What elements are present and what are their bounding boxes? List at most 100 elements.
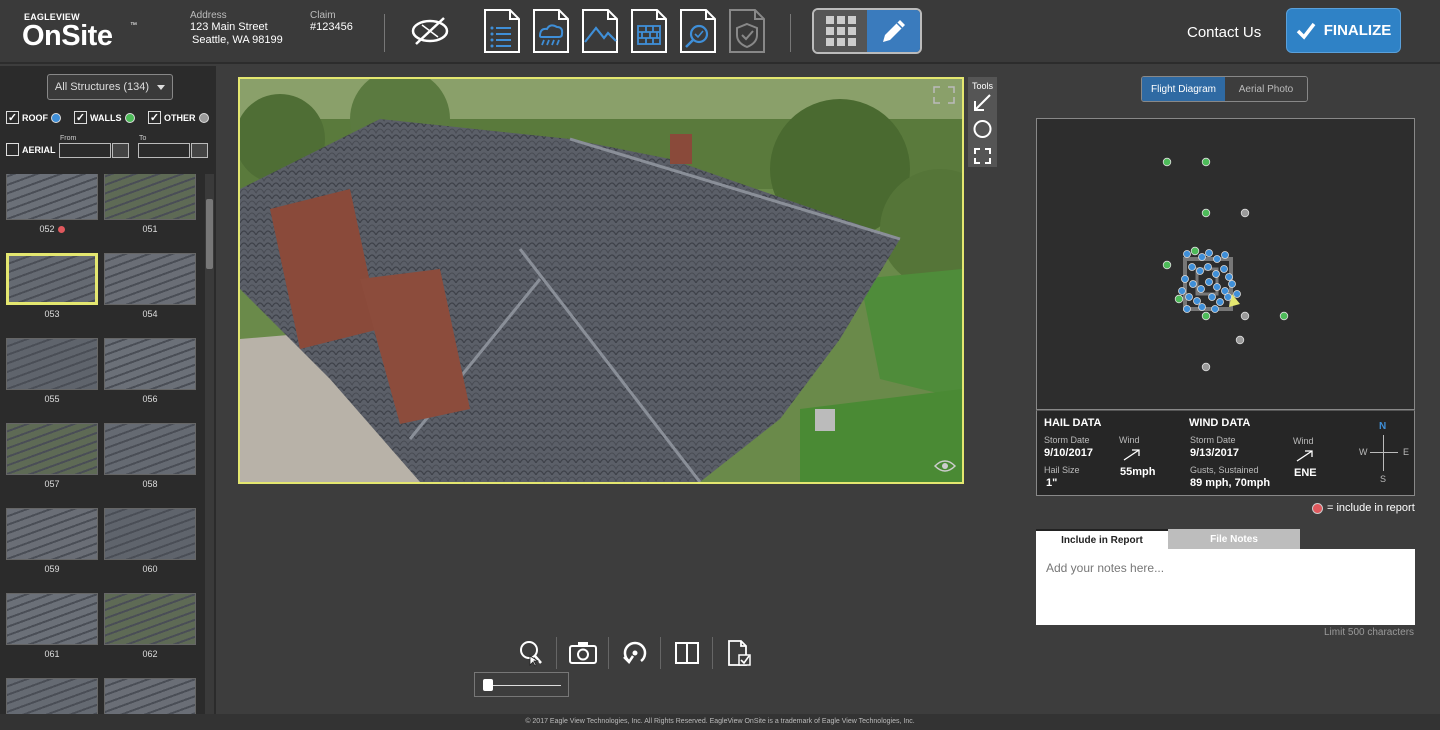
- capture-point[interactable]: [1204, 263, 1212, 271]
- capture-point[interactable]: [1205, 278, 1213, 286]
- roof-checkbox[interactable]: ✓: [6, 111, 19, 124]
- photo-thumbnail[interactable]: [104, 678, 196, 714]
- filter-other[interactable]: ✓ OTHER: [148, 111, 209, 124]
- calendar-icon[interactable]: [191, 143, 208, 158]
- capture-point[interactable]: [1178, 287, 1186, 295]
- photo-thumbnail[interactable]: [6, 253, 98, 305]
- capture-point[interactable]: [1174, 294, 1184, 304]
- photo-thumbnail[interactable]: [104, 423, 196, 475]
- compare-button[interactable]: [661, 637, 713, 669]
- thumbnail-label: 052: [6, 224, 98, 234]
- capture-point[interactable]: [1220, 265, 1228, 273]
- capture-point[interactable]: [1212, 270, 1220, 278]
- zoom-button[interactable]: [505, 637, 557, 669]
- capture-point[interactable]: [1183, 305, 1191, 313]
- weather-panel: HAIL DATA Storm Date 9/10/2017 Hail Size…: [1036, 410, 1415, 496]
- capture-point[interactable]: [1279, 311, 1289, 321]
- contact-us-link[interactable]: Contact Us: [1187, 24, 1261, 41]
- list-report-icon[interactable]: [482, 8, 522, 54]
- zoom-slider[interactable]: [474, 672, 569, 697]
- capture-point[interactable]: [1216, 298, 1224, 306]
- to-date-input[interactable]: [138, 143, 190, 158]
- other-checkbox[interactable]: ✓: [148, 111, 161, 124]
- roof-report-icon[interactable]: [580, 8, 620, 54]
- verified-report-icon[interactable]: [727, 8, 767, 54]
- tab-file-notes[interactable]: File Notes: [1168, 529, 1300, 549]
- capture-point[interactable]: [1190, 246, 1200, 256]
- inspection-report-icon[interactable]: [678, 8, 718, 54]
- notes-textarea[interactable]: [1036, 549, 1415, 625]
- onsite-logo[interactable]: EAGLEVIEW OnSite ™: [22, 10, 162, 54]
- flight-diagram-map[interactable]: [1036, 118, 1415, 410]
- photo-thumbnail[interactable]: [104, 338, 196, 390]
- photo-thumbnail[interactable]: [104, 174, 196, 220]
- filter-roof[interactable]: ✓ ROOF: [6, 111, 61, 124]
- structures-dropdown[interactable]: All Structures (134): [47, 74, 173, 100]
- photo-thumbnail[interactable]: [6, 423, 98, 475]
- main-photo[interactable]: [238, 77, 964, 484]
- capture-point[interactable]: [1181, 275, 1189, 283]
- character-limit: Limit 500 characters: [1324, 627, 1415, 638]
- grid-view-button[interactable]: [814, 10, 867, 52]
- finalize-button[interactable]: FINALIZE: [1286, 8, 1401, 53]
- capture-point[interactable]: [1211, 305, 1219, 313]
- compass-icon[interactable]: [410, 8, 450, 54]
- capture-point[interactable]: [1225, 273, 1233, 281]
- thumbnail-scrollbar[interactable]: [205, 174, 214, 714]
- capture-point[interactable]: [1221, 251, 1229, 259]
- edit-view-button[interactable]: [867, 10, 920, 52]
- filter-walls[interactable]: ✓ WALLS: [74, 111, 135, 124]
- capture-point[interactable]: [1240, 208, 1250, 218]
- capture-point[interactable]: [1193, 297, 1201, 305]
- photo-thumbnail[interactable]: [6, 338, 98, 390]
- capture-point[interactable]: [1235, 335, 1245, 345]
- tab-include-in-report[interactable]: Include in Report: [1036, 529, 1168, 549]
- calendar-icon[interactable]: [112, 143, 129, 158]
- capture-point[interactable]: [1188, 263, 1196, 271]
- capture-point[interactable]: [1162, 260, 1172, 270]
- capture-point[interactable]: [1240, 311, 1250, 321]
- capture-point[interactable]: [1213, 283, 1221, 291]
- capture-point[interactable]: [1233, 290, 1241, 298]
- photo-thumbnail[interactable]: [104, 593, 196, 645]
- capture-point[interactable]: [1189, 280, 1197, 288]
- photo-thumbnail[interactable]: [6, 174, 98, 220]
- capture-point[interactable]: [1201, 362, 1211, 372]
- photo-thumbnail[interactable]: [104, 508, 196, 560]
- capture-point[interactable]: [1213, 255, 1221, 263]
- capture-point[interactable]: [1162, 157, 1172, 167]
- snapshot-button[interactable]: [557, 637, 609, 669]
- thumbnail-list[interactable]: 052 051 053 054 055 056 057 058 059 060 061 062: [0, 174, 205, 714]
- capture-point[interactable]: [1183, 250, 1191, 258]
- photo-thumbnail[interactable]: [104, 253, 196, 305]
- capture-point[interactable]: [1224, 293, 1232, 301]
- hail-size-value: 1": [1046, 477, 1058, 489]
- wall-report-icon[interactable]: [629, 8, 669, 54]
- aerial-photo-tab[interactable]: Aerial Photo: [1225, 77, 1307, 101]
- from-date-input[interactable]: [59, 143, 111, 158]
- capture-point[interactable]: [1228, 280, 1236, 288]
- photo-thumbnail[interactable]: [6, 593, 98, 645]
- zoom-slider-knob[interactable]: [483, 679, 493, 691]
- hail-storm-date: 9/10/2017: [1044, 447, 1093, 459]
- capture-point[interactable]: [1197, 285, 1205, 293]
- capture-point[interactable]: [1201, 208, 1211, 218]
- photo-thumbnail[interactable]: [6, 678, 98, 714]
- weather-report-icon[interactable]: [531, 8, 571, 54]
- capture-point[interactable]: [1198, 303, 1206, 311]
- rotate-button[interactable]: [609, 637, 661, 669]
- scrollbar-thumb[interactable]: [206, 199, 213, 269]
- capture-point[interactable]: [1198, 253, 1206, 261]
- capture-point[interactable]: [1185, 293, 1193, 301]
- flight-diagram-tab[interactable]: Flight Diagram: [1142, 77, 1225, 101]
- capture-point[interactable]: [1208, 293, 1216, 301]
- capture-point[interactable]: [1196, 267, 1204, 275]
- add-to-report-button[interactable]: [713, 637, 765, 669]
- capture-point[interactable]: [1201, 311, 1211, 321]
- filter-aerial[interactable]: AERIAL: [6, 143, 56, 156]
- capture-point[interactable]: [1201, 157, 1211, 167]
- photo-thumbnail[interactable]: [6, 508, 98, 560]
- walls-checkbox[interactable]: ✓: [74, 111, 87, 124]
- capture-point[interactable]: [1205, 249, 1213, 257]
- aerial-checkbox[interactable]: [6, 143, 19, 156]
